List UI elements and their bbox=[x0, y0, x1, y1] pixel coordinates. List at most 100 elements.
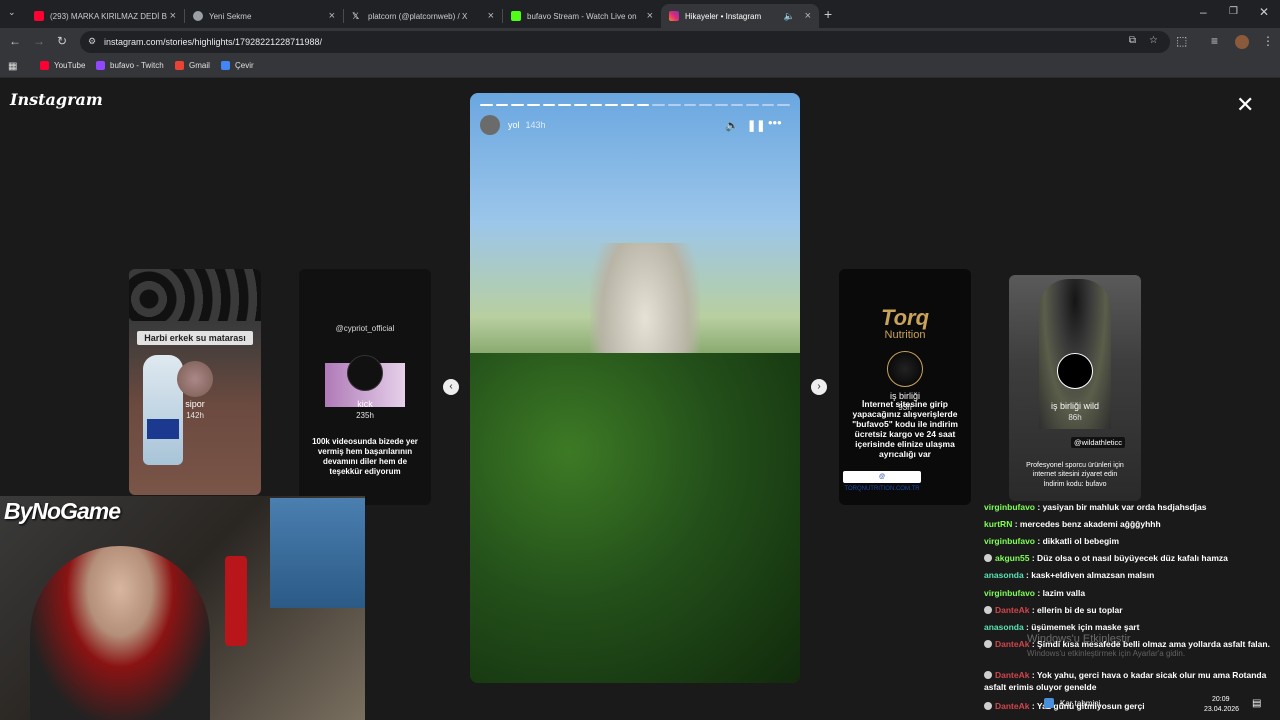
notifications-icon[interactable]: ▤ bbox=[1252, 698, 1261, 709]
close-icon[interactable]: × bbox=[170, 10, 176, 22]
apps-icon[interactable]: ▦ bbox=[8, 61, 17, 72]
chat-message: DanteAk : Yok yahu, gerci hava o kadar s… bbox=[984, 669, 1280, 693]
card-name: iş birliği wild bbox=[1050, 401, 1099, 411]
bookmark-label: YouTube bbox=[54, 61, 86, 70]
story-card-torq[interactable]: Torq Nutrition iş birliği 93h İnternet s… bbox=[839, 269, 971, 505]
menu-icon[interactable]: ⋮ bbox=[1262, 34, 1274, 48]
tab-youtube[interactable]: (293) MARKA KIRILMAZ DEDİ B × bbox=[26, 4, 184, 28]
site-info-icon[interactable]: ⚙ bbox=[88, 36, 96, 47]
progress-segment bbox=[652, 104, 665, 106]
story-header: yol 143h bbox=[480, 115, 546, 135]
tab-search-icon[interactable]: ⌄ bbox=[8, 7, 16, 18]
chat-username[interactable]: DanteAk bbox=[995, 701, 1029, 711]
tab-new[interactable]: Yeni Sekme × bbox=[185, 4, 343, 28]
progress-segment bbox=[761, 104, 775, 106]
close-stories-button[interactable]: ✕ bbox=[1236, 94, 1254, 116]
tab-x[interactable]: 𝕏 platcorn (@platcornweb) / X × bbox=[344, 4, 502, 28]
forward-icon[interactable]: → bbox=[33, 34, 45, 48]
extensions-icon[interactable]: ⬚ bbox=[1176, 34, 1187, 48]
progress-segment bbox=[777, 104, 791, 106]
chat-username[interactable]: anasonda bbox=[984, 622, 1024, 632]
chat-username[interactable]: virginbufavo bbox=[984, 588, 1035, 598]
weather-icon[interactable] bbox=[1044, 698, 1054, 708]
story-card-kick[interactable]: @cypriot_official kick 235h 100k videosu… bbox=[299, 269, 431, 505]
profile-avatar[interactable] bbox=[1235, 35, 1249, 49]
cast-icon[interactable]: ⧉ bbox=[1129, 35, 1136, 46]
chat-text: : Düz olsa o ot nasıl büyüyecek düz kafa… bbox=[1029, 553, 1228, 563]
tab-instagram[interactable]: Hikayeler • Instagram 🔈 × bbox=[661, 4, 819, 28]
gmail-icon bbox=[175, 61, 184, 70]
instagram-logo[interactable]: Instagram bbox=[10, 90, 103, 109]
progress-segment bbox=[620, 104, 634, 106]
address-bar[interactable]: ⚙ instagram.com/stories/highlights/17928… bbox=[80, 31, 1170, 53]
card-avatar bbox=[887, 351, 923, 387]
chat-username[interactable]: virginbufavo bbox=[984, 536, 1035, 546]
card-caption: Harbi erkek su matarası bbox=[137, 331, 253, 345]
story-username[interactable]: yol bbox=[508, 120, 520, 130]
clock-date[interactable]: 23.04.2026 bbox=[1204, 706, 1239, 713]
story-main[interactable]: yol 143h 🔈 ❚❚ ••• bbox=[470, 93, 800, 683]
weather-text[interactable]: Kar tahmini bbox=[1060, 699, 1100, 708]
prev-story-button[interactable]: ‹ bbox=[443, 379, 459, 395]
close-icon[interactable]: × bbox=[805, 10, 811, 22]
chat-message: DanteAk : ellerin bi de su toplar bbox=[984, 604, 1280, 616]
chat-text: : üşümemek için maske şart bbox=[1023, 622, 1140, 632]
back-icon[interactable]: ← bbox=[9, 34, 21, 48]
bookmark-youtube[interactable]: YouTube bbox=[40, 61, 85, 70]
restore-icon[interactable]: ❐ bbox=[1229, 6, 1238, 17]
bookmark-star-icon[interactable]: ☆ bbox=[1149, 35, 1158, 46]
progress-segment bbox=[526, 104, 540, 106]
chat-username[interactable]: kurtRN bbox=[984, 519, 1012, 529]
bookmark-gmail[interactable]: Gmail bbox=[175, 61, 210, 70]
progress-segment bbox=[542, 104, 556, 106]
pause-icon[interactable]: ❚❚ bbox=[747, 119, 765, 132]
handle-sticker[interactable]: @wildathleticc bbox=[1071, 437, 1126, 448]
stream-brand: ByNoGame bbox=[4, 498, 121, 524]
close-icon[interactable]: × bbox=[647, 10, 653, 22]
more-options-icon[interactable]: ••• bbox=[768, 115, 782, 130]
tab-kick[interactable]: bufavo Stream - Watch Live on × bbox=[503, 4, 661, 28]
progress-segment bbox=[714, 104, 728, 106]
mute-icon[interactable]: 🔈 bbox=[725, 119, 739, 132]
bookmark-label: Gmail bbox=[189, 61, 210, 70]
chat-message: virginbufavo : yasiyan bir mahluk var or… bbox=[984, 501, 1280, 513]
bookmark-label: Çevir bbox=[235, 61, 254, 70]
new-tab-button[interactable]: + bbox=[824, 6, 832, 22]
progress-segment bbox=[699, 104, 712, 106]
progress-segment bbox=[558, 104, 571, 106]
speaker-icon[interactable]: 🔈 bbox=[784, 11, 795, 22]
chat-username[interactable]: DanteAk bbox=[995, 639, 1029, 649]
stream-chat: virginbufavo : yasiyan bir mahluk var or… bbox=[984, 501, 1280, 720]
story-avatar[interactable] bbox=[480, 115, 500, 135]
chat-username[interactable]: DanteAk bbox=[995, 605, 1029, 615]
close-icon[interactable]: × bbox=[329, 10, 335, 22]
card-caption-top: @cypriot_official bbox=[335, 324, 395, 333]
chat-badge-icon bbox=[984, 702, 992, 710]
twitch-icon bbox=[96, 61, 105, 70]
minimize-icon[interactable]: – bbox=[1200, 5, 1207, 19]
chat-username[interactable]: virginbufavo bbox=[984, 502, 1035, 512]
story-card-wild[interactable]: iş birliği wild 86h @wildathleticc Profe… bbox=[1009, 275, 1141, 501]
bookmark-twitch[interactable]: bufavo - Twitch bbox=[96, 61, 164, 70]
bookmark-translate[interactable]: Çevir bbox=[221, 61, 254, 70]
progress-segment bbox=[573, 104, 587, 106]
chat-username[interactable]: anasonda bbox=[984, 570, 1024, 580]
url-text: instagram.com/stories/highlights/1792822… bbox=[104, 37, 322, 47]
close-icon[interactable]: × bbox=[488, 10, 494, 22]
clock-time[interactable]: 20:09 bbox=[1212, 696, 1230, 703]
next-story-button[interactable]: › bbox=[811, 379, 827, 395]
window-close-icon[interactable]: ✕ bbox=[1259, 5, 1269, 19]
microphone-image bbox=[225, 556, 247, 646]
card-caption: İnternet sitesine girip yapacağınız alış… bbox=[852, 399, 958, 459]
youtube-icon bbox=[34, 11, 44, 21]
story-card-sipor[interactable]: Harbi erkek su matarası sipor 142h bbox=[129, 269, 261, 495]
progress-segment bbox=[636, 104, 650, 106]
webcam-overlay: ByNoGame bbox=[0, 496, 365, 720]
link-sticker[interactable]: @ TORQNUTRITION.COM.TR bbox=[843, 471, 921, 492]
chat-username[interactable]: akgun55 bbox=[995, 553, 1030, 563]
media-icon[interactable]: ≡ bbox=[1211, 34, 1218, 48]
reload-icon[interactable]: ↻ bbox=[57, 34, 67, 48]
chat-username[interactable]: DanteAk bbox=[995, 670, 1029, 680]
tab-title: Hikayeler • Instagram bbox=[685, 11, 762, 21]
progress-segment bbox=[589, 104, 603, 106]
